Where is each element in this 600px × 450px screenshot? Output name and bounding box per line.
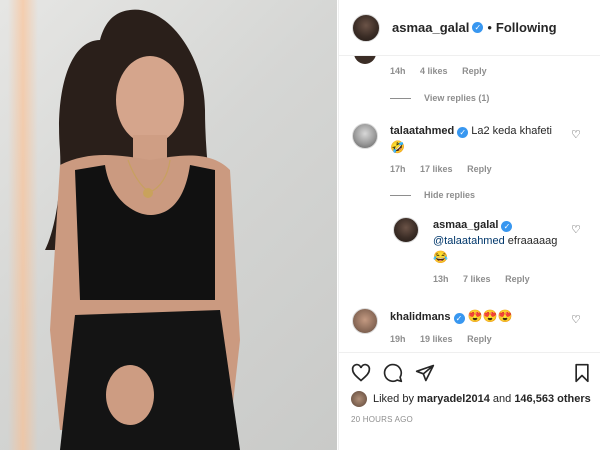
comment-likes[interactable]: 4 likes (420, 66, 448, 76)
hide-replies-toggle[interactable]: Hide replies (390, 190, 475, 200)
verified-badge-icon: ✓ (457, 127, 469, 138)
comment-meta: 17h 17 likes Reply (390, 164, 504, 174)
verified-badge-icon: ✓ (501, 221, 513, 232)
comment-likes[interactable]: 19 likes (420, 334, 453, 344)
post-header: asmaa_galal ✓ • Following (339, 0, 600, 56)
reply-emoji: 😂 (433, 250, 448, 264)
avatar[interactable] (352, 308, 378, 334)
comment-meta: 19h 19 likes Reply (390, 334, 504, 344)
post-actions: Liked by maryadel2014 and 146,563 others… (339, 352, 600, 450)
reply-likes[interactable]: 7 likes (463, 274, 491, 284)
liked-by-and: and (492, 393, 512, 405)
author-username[interactable]: asmaa_galal (392, 20, 469, 35)
author-avatar[interactable] (352, 13, 380, 42)
avatar[interactable] (352, 123, 378, 149)
reply-button[interactable]: Reply (462, 66, 487, 76)
heart-icon[interactable] (351, 363, 371, 383)
avatar[interactable] (354, 56, 376, 64)
share-icon[interactable] (415, 363, 435, 383)
heart-icon[interactable]: ♡ (571, 223, 581, 236)
comment-time: 17h (390, 164, 406, 174)
post-detail-panel: asmaa_galal ✓ • Following 14h 4 likes Re… (338, 0, 600, 450)
liked-by-username[interactable]: maryadel2014 (417, 393, 490, 405)
comment-text: talaatahmed ✓ La2 keda khafeti 🤣 (390, 123, 552, 156)
heart-icon[interactable]: ♡ (571, 313, 581, 326)
verified-badge-icon: ✓ (453, 313, 465, 324)
comment-meta: 14h 4 likes Reply (390, 66, 499, 76)
view-replies-label[interactable]: View replies (1) (424, 93, 489, 103)
reply-text: asmaa_galal ✓ @talaatahmed efraaaaag 😂 (433, 217, 557, 266)
photo-figure (45, 9, 240, 450)
post-timestamp: 20 HOURS AGO (351, 415, 413, 424)
comment-body: La2 keda khafeti (471, 125, 552, 137)
reply-button[interactable]: Reply (467, 164, 492, 174)
following-button[interactable]: Following (496, 20, 557, 35)
comment-username[interactable]: khalidmans (390, 311, 451, 323)
divider-line (390, 194, 411, 196)
reply-time: 13h (433, 274, 449, 284)
comment-time: 19h (390, 334, 406, 344)
comment-emoji: 🤣 (390, 140, 405, 154)
mention-link[interactable]: @talaatahmed (433, 235, 505, 247)
avatar[interactable] (393, 217, 419, 243)
likes-count-link[interactable]: 146,563 others (514, 393, 590, 405)
comment-text: khalidmans ✓ 😍😍😍 (390, 308, 512, 325)
comment-likes[interactable]: 17 likes (420, 164, 453, 174)
view-replies-toggle[interactable]: View replies (1) (390, 93, 489, 103)
reply-button[interactable]: Reply (467, 334, 492, 344)
comment-emoji: 😍😍😍 (467, 309, 513, 323)
separator-dot: • (487, 20, 492, 35)
heart-icon[interactable]: ♡ (571, 128, 581, 141)
verified-badge-icon: ✓ (472, 22, 484, 33)
liked-by-prefix: Liked by (373, 393, 414, 405)
likes-summary: Liked by maryadel2014 and 146,563 others (351, 391, 591, 407)
comment-username[interactable]: talaatahmed (390, 125, 454, 137)
reply-username[interactable]: asmaa_galal (433, 219, 498, 231)
liker-avatar[interactable] (351, 391, 367, 407)
reply-meta: 13h 7 likes Reply (433, 274, 542, 284)
reply-button[interactable]: Reply (505, 274, 530, 284)
comment-time: 14h (390, 66, 406, 76)
comments-list: 14h 4 likes Reply View replies (1) talaa… (339, 56, 600, 352)
reply-item: asmaa_galal ✓ @talaatahmed efraaaaag 😂 (393, 217, 557, 266)
post-photo (0, 0, 337, 450)
hide-replies-label[interactable]: Hide replies (424, 190, 475, 200)
comment-item: khalidmans ✓ 😍😍😍 (352, 308, 512, 334)
comment-item: talaatahmed ✓ La2 keda khafeti 🤣 (352, 123, 552, 156)
divider-line (390, 97, 411, 99)
bookmark-icon[interactable] (573, 363, 591, 383)
reply-body: efraaaaag (507, 235, 558, 247)
comment-icon[interactable] (383, 363, 403, 383)
